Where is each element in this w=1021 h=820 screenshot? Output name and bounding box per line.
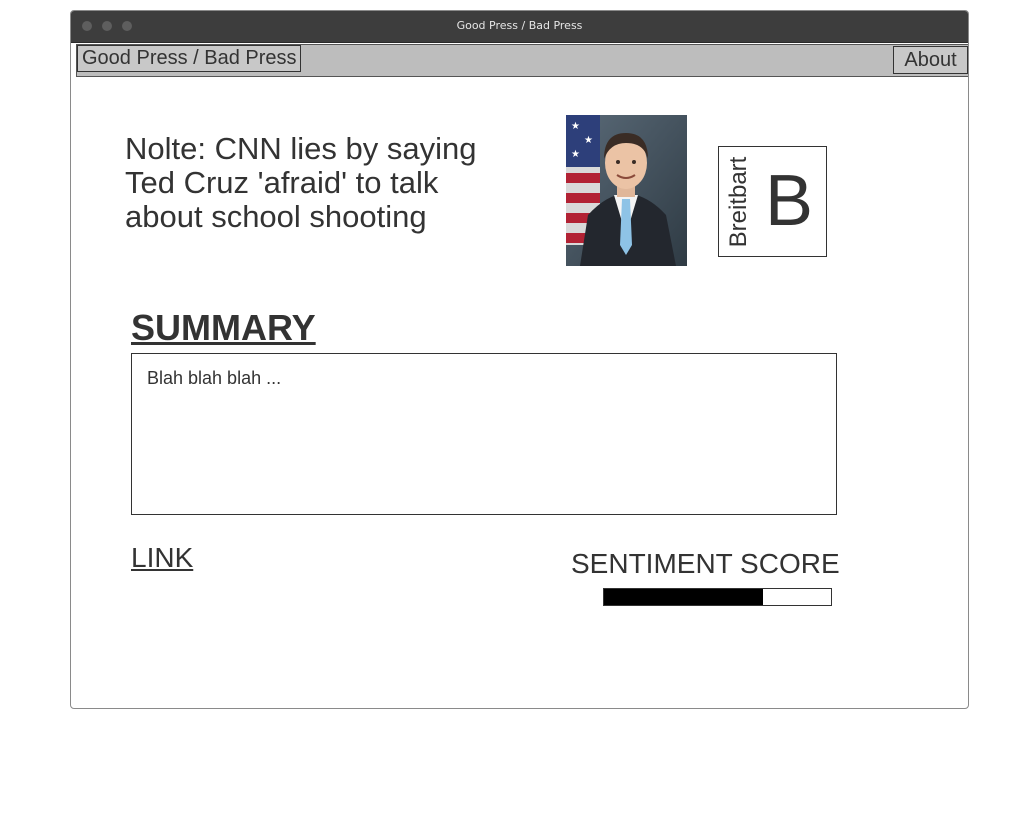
source-name: Breitbart [725,156,752,248]
article-link[interactable]: LINK [131,542,193,574]
svg-text:★: ★ [584,135,593,146]
sentiment-score-label: SENTIMENT SCORE [571,548,840,579]
window-title: Good Press / Bad Press [456,19,583,32]
article-photo: ★ ★ ★ [566,115,687,266]
window-titlebar: Good Press / Bad Press [71,11,968,43]
site-brand[interactable]: Good Press / Bad Press [77,45,301,72]
source-badge: Breitbart B [718,146,827,257]
person-portrait-icon: ★ ★ ★ [566,115,687,266]
navbar: Good Press / Bad Press About [76,44,968,77]
svg-text:★: ★ [571,121,580,132]
source-grade: B [765,161,814,241]
about-button[interactable]: About [893,46,968,74]
summary-heading: SUMMARY [131,307,316,348]
summary-box: Blah blah blah ... [131,353,837,515]
summary-text: Blah blah blah ... [147,368,282,388]
article-headline: Nolte: CNN lies by saying Ted Cruz 'afra… [125,131,477,234]
sentiment-score-fill [604,589,763,605]
svg-text:★: ★ [571,149,580,160]
browser-window: Good Press / Bad Press Good Press / Bad … [70,10,969,709]
sentiment-score-bar [603,588,832,606]
